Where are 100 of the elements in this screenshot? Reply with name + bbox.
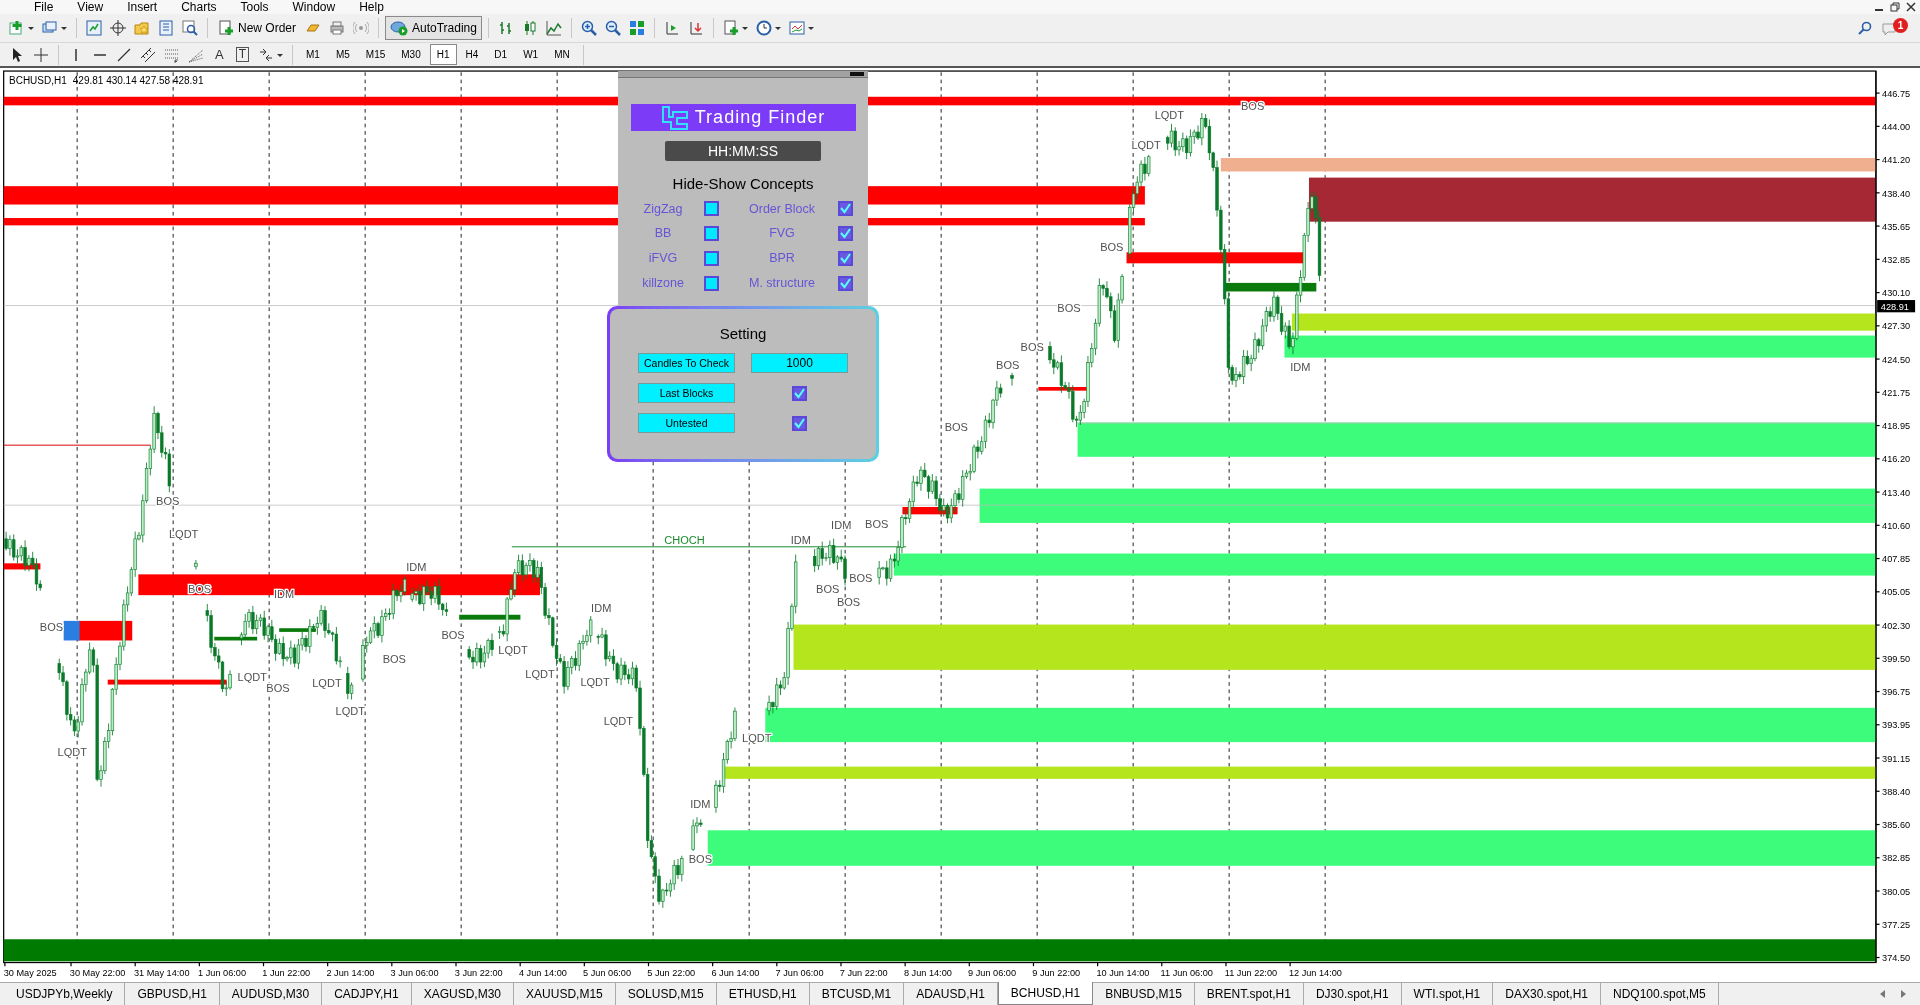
chart-tab[interactable]: DAX30.spot,H1 (1493, 983, 1601, 1005)
price-label: 382.85 (1882, 853, 1911, 864)
setting-button[interactable]: Untested (638, 413, 735, 433)
chart-tab[interactable]: NDQ100.spot,M5 (1601, 983, 1719, 1005)
setting-button[interactable]: Last Blocks (638, 383, 735, 403)
concept-label: M. structure (748, 274, 816, 292)
concept-label: iFVG (647, 250, 679, 267)
menu-item[interactable]: Help (347, 0, 396, 14)
chart-tab[interactable]: WTI.spot,H1 (1401, 983, 1494, 1005)
time-label: 9 Jun 06:00 (968, 968, 1016, 978)
price-label: 418.95 (1882, 421, 1911, 432)
notification-badge: 1 (1893, 18, 1908, 33)
time-label: 31 May 14:00 (133, 968, 190, 978)
chart-tab[interactable]: SOLUSD,M15 (615, 983, 717, 1005)
chart-tab[interactable]: GBPUSD,H1 (125, 983, 220, 1005)
chart-tab[interactable]: BNBUSD,M15 (1093, 983, 1195, 1005)
time-label: 5 Jun 22:00 (647, 968, 696, 978)
price-label: 446.75 (1882, 88, 1911, 99)
timeframe-button[interactable]: D1 (487, 44, 515, 65)
chart-tab[interactable]: BRENT.spot,H1 (1194, 983, 1304, 1005)
structure-label: BOS (865, 517, 889, 530)
text-label-tool-button[interactable]: T (235, 47, 249, 62)
chart-tab[interactable]: AUDUSD,M30 (219, 983, 323, 1005)
structure-label: BOS (441, 629, 465, 642)
price-label: 402.30 (1882, 620, 1911, 631)
section-title: Hide-Show Concepts (672, 174, 814, 194)
timeframe-button[interactable]: M15 (358, 44, 393, 65)
structure-label: BOS (816, 582, 840, 595)
chart-symbol: BCHUSD,H1 (9, 74, 67, 88)
structure-label: LQDT (1131, 139, 1161, 152)
price-label: 444.00 (1882, 122, 1911, 132)
price-label: 416.20 (1882, 454, 1911, 465)
structure-label: LQDT (603, 714, 634, 727)
price-label: 435.65 (1882, 221, 1911, 232)
timeframe-button[interactable]: M1 (299, 44, 327, 65)
chart-tab[interactable]: DJ30.spot,H1 (1303, 983, 1402, 1005)
chart-tab[interactable]: XAUUSD,M15 (514, 983, 616, 1005)
price-label: 424.50 (1882, 354, 1911, 365)
structure-label: BOS (1100, 241, 1124, 254)
menu-item[interactable]: Window (280, 0, 348, 14)
time-label: 3 Jun 22:00 (454, 968, 503, 978)
timeframe-button[interactable]: MN (547, 44, 577, 65)
price-label: 377.25 (1882, 919, 1911, 930)
time-label: 30 May 22:00 (69, 968, 126, 978)
time-label: 11 Jun 22:00 (1224, 968, 1278, 978)
autotrading-button[interactable]: AutoTrading (385, 16, 482, 40)
time-label: 2 Jun 14:00 (326, 968, 375, 978)
ohlc-values: 429.81 430.14 427.58 428.91 (72, 74, 204, 88)
time-label: 12 Jun 14:00 (1288, 968, 1342, 978)
structure-label: LQDT (169, 527, 199, 540)
chart-tab[interactable]: USDJPYb,Weekly (4, 983, 126, 1005)
current-price-label: 428.91 (1877, 300, 1916, 313)
structure-label: IDM (406, 560, 427, 573)
menu-item[interactable]: File (22, 0, 66, 14)
structure-label: LQDT (57, 745, 87, 758)
structure-label: BOS (944, 421, 968, 434)
timeframe-button[interactable]: W1 (516, 44, 546, 65)
timeframe-button[interactable]: M30 (394, 44, 428, 65)
section-title: Setting (719, 323, 767, 344)
clock-display: HH:MM:SS (665, 141, 821, 161)
structure-label: LQDT (580, 675, 610, 688)
chart-tab[interactable]: BCHUSD,H1 (997, 982, 1094, 1005)
price-label: 421.75 (1882, 388, 1911, 398)
concept-label: BPR (768, 250, 796, 267)
timeframe-button[interactable]: H1 (429, 44, 457, 65)
timeframe-button[interactable]: H4 (458, 44, 486, 65)
new-order-button[interactable]: New Order (214, 16, 300, 40)
concept-label: FVG (768, 225, 796, 243)
timeframe-button[interactable]: M5 (328, 44, 357, 65)
price-label: 391.15 (1882, 753, 1911, 764)
concept-label: BB (653, 225, 673, 243)
chart-tab[interactable]: ETHUSD,H1 (716, 983, 810, 1005)
setting-button[interactable]: Candles To Check (638, 353, 735, 373)
price-label: 441.20 (1882, 155, 1911, 166)
menu-item[interactable]: View (65, 0, 116, 14)
structure-label: LQDT (1154, 108, 1185, 121)
menu-item[interactable]: Charts (169, 0, 229, 14)
structure-label: BOS (1057, 302, 1081, 315)
price-label: 396.75 (1882, 687, 1911, 698)
price-label: 393.95 (1882, 720, 1911, 731)
structure-label: BOS (996, 358, 1020, 371)
structure-label: IDM (1290, 361, 1311, 374)
structure-label: BOS (187, 582, 212, 595)
time-label: 9 Jun 22:00 (1032, 968, 1081, 978)
value-field[interactable]: 1000 (751, 353, 848, 373)
chart-tab[interactable]: XAGUSD,M30 (411, 983, 515, 1005)
time-label: 8 Jun 14:00 (903, 968, 952, 978)
concept-label: Order Block (748, 200, 816, 218)
menu-item[interactable]: Tools (228, 0, 281, 14)
chart-tab[interactable]: BTCUSD,M1 (809, 983, 905, 1005)
concept-label: ZigZag (642, 200, 684, 218)
price-label: 413.40 (1882, 487, 1911, 498)
structure-label: IDM (591, 602, 612, 615)
text-tool-button[interactable]: A (209, 44, 230, 65)
chart-tab[interactable]: ADAUSD,H1 (904, 983, 998, 1005)
menu-item[interactable]: Insert (115, 0, 170, 14)
chart-tab[interactable]: CADJPY,H1 (322, 983, 412, 1005)
price-label: 407.85 (1882, 554, 1911, 565)
time-label: 30 May 2025 (3, 968, 57, 978)
structure-label: BOS (39, 620, 64, 633)
